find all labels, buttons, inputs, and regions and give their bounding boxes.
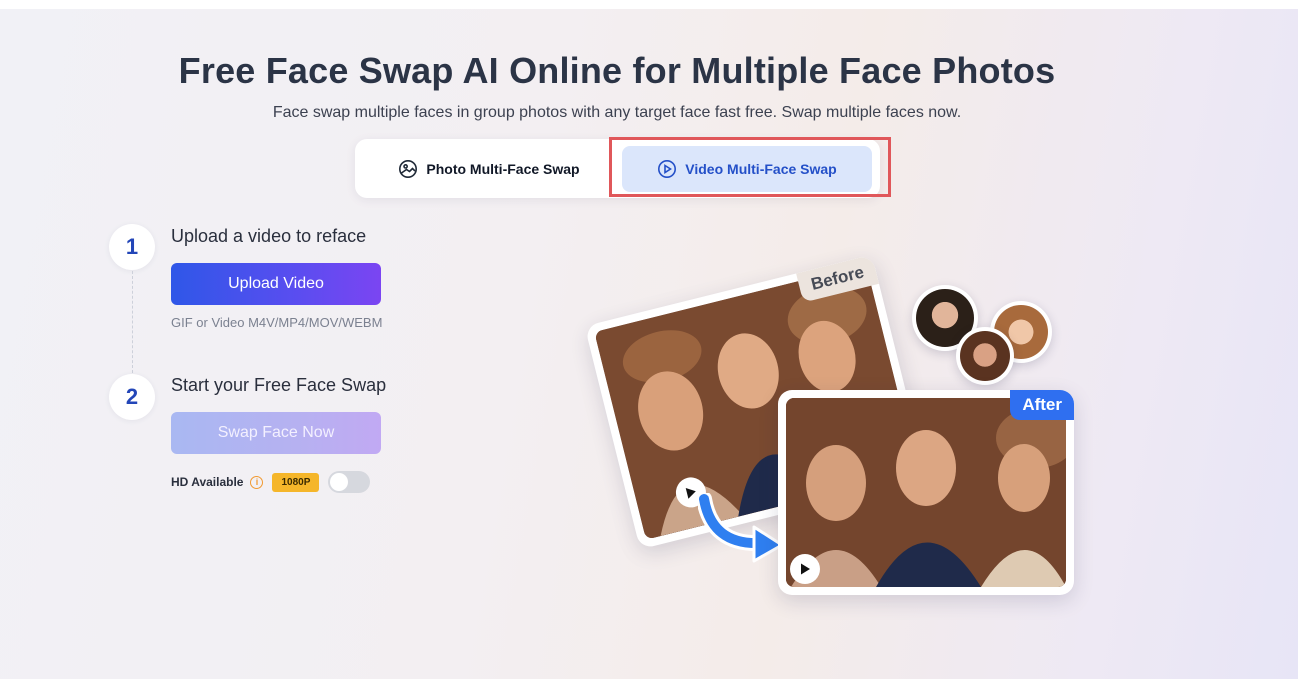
hd-label: HD Available (171, 475, 244, 489)
tab-label: Video Multi-Face Swap (685, 161, 837, 177)
info-icon[interactable]: i (250, 475, 264, 489)
before-after-illustration: Before After (584, 254, 1090, 605)
page-subtitle: Face swap multiple faces in group photos… (272, 104, 962, 121)
resolution-badge: 1080P (272, 472, 320, 492)
mode-tabs: Photo Multi-Face Swap Video Multi-Face S… (355, 139, 880, 198)
step-connector (132, 271, 133, 373)
step-number-2: 2 (109, 374, 155, 420)
step-number-1: 1 (109, 224, 155, 270)
supported-formats: GIF or Video M4V/MP4/MOV/WEBM (171, 315, 383, 330)
hd-option-row: HD Available i 1080P (171, 470, 371, 494)
tab-photo-multi-face-swap[interactable]: Photo Multi-Face Swap (365, 146, 613, 192)
page-title: Free Face Swap AI Online for Multiple Fa… (178, 50, 1056, 91)
image-icon (398, 159, 418, 179)
hd-toggle[interactable] (328, 471, 371, 493)
after-label: After (1010, 390, 1074, 420)
after-card: After (778, 390, 1074, 595)
swap-face-now-button[interactable]: Swap Face Now (171, 412, 381, 454)
play-circle-icon (657, 159, 677, 179)
step-2-title: Start your Free Face Swap (171, 375, 387, 395)
arrow-icon (698, 493, 784, 563)
target-face-avatar-3 (956, 327, 1014, 385)
step-1-title: Upload a video to reface (171, 226, 367, 246)
tab-label: Photo Multi-Face Swap (426, 161, 580, 177)
toggle-knob (330, 473, 349, 491)
play-icon (790, 554, 820, 584)
tab-video-multi-face-swap[interactable]: Video Multi-Face Swap (622, 146, 872, 192)
upload-video-button[interactable]: Upload Video (171, 263, 381, 305)
after-photo (786, 398, 1066, 587)
